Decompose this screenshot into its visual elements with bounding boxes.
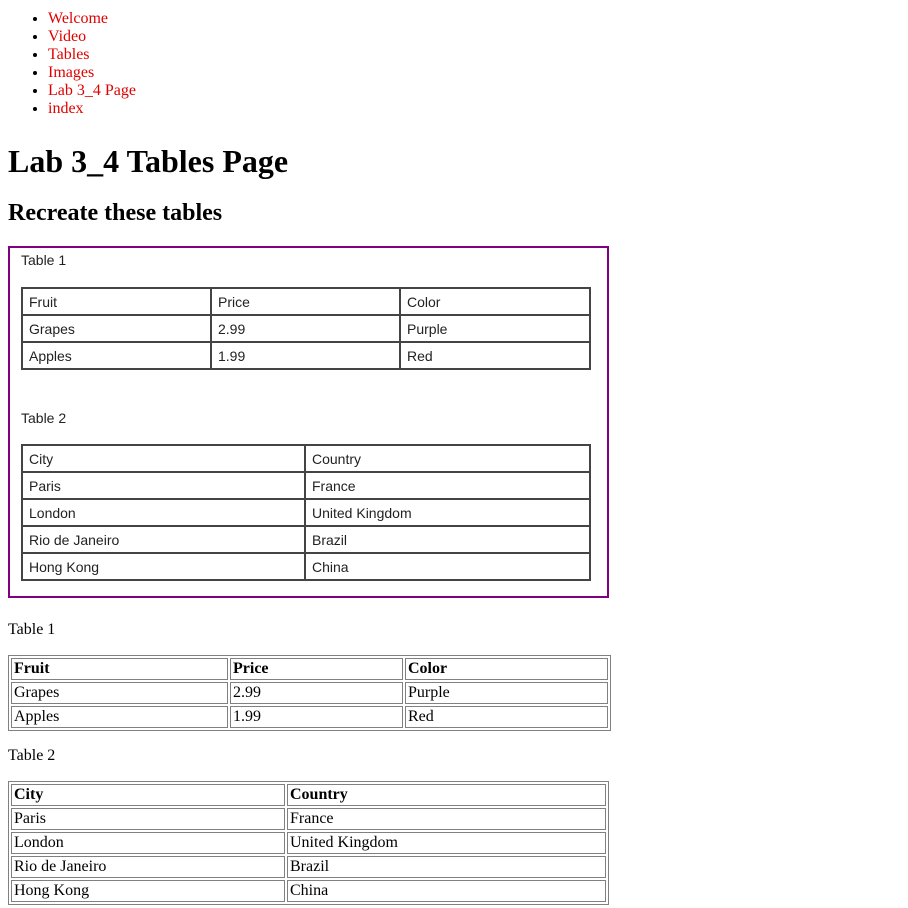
table-row: Hong Kong China <box>11 880 606 902</box>
nav-link-tables[interactable]: Tables <box>48 46 90 63</box>
table-header: Fruit <box>11 658 228 680</box>
table-cell: Hong Kong <box>11 880 285 902</box>
table-row: Grapes 2.99 Purple <box>11 682 608 704</box>
ref-table1: Fruit Price Color Grapes 2.99 Purple App… <box>21 287 591 370</box>
table-header-row: Fruit Price Color <box>11 658 608 680</box>
table-cell: Rio de Janeiro <box>11 856 285 878</box>
table1-caption: Table 1 <box>8 621 56 638</box>
city-table: City Country Paris France London United … <box>8 781 609 905</box>
table-cell: Grapes <box>21 314 212 343</box>
table-row: Rio de Janeiro Brazil <box>11 856 606 878</box>
nav-link-lab-page[interactable]: Lab 3_4 Page <box>48 82 136 99</box>
table-row: Apples 1.99 Red <box>11 706 608 728</box>
ref-table1-caption: Table 1 <box>21 252 67 268</box>
table-header: City <box>11 784 285 806</box>
table-cell: Red <box>399 341 591 370</box>
nav-list: Welcome Video Tables Images Lab 3_4 Page… <box>8 10 136 118</box>
table-cell: 1.99 <box>230 706 403 728</box>
nav-link-images[interactable]: Images <box>48 64 94 81</box>
table-cell: Country <box>304 444 591 473</box>
table-row: City Country <box>21 444 591 473</box>
table-cell: Paris <box>11 808 285 830</box>
table-row: Grapes 2.99 Purple <box>21 314 591 343</box>
table-row: Apples 1.99 Red <box>21 341 591 370</box>
nav-item-video: Video <box>48 28 136 46</box>
table-cell: Price <box>210 287 401 316</box>
table-row: Rio de Janeiro Brazil <box>21 525 591 554</box>
table-cell: France <box>304 471 591 500</box>
nav-link-welcome[interactable]: Welcome <box>48 10 108 27</box>
nav-item-lab-page: Lab 3_4 Page <box>48 82 136 100</box>
table-cell: 2.99 <box>230 682 403 704</box>
ref-table2: City Country Paris France London United … <box>21 444 591 581</box>
table-row: Hong Kong China <box>21 552 591 581</box>
nav-item-images: Images <box>48 64 136 82</box>
table-cell: France <box>287 808 606 830</box>
table-cell: Apples <box>21 341 212 370</box>
table-cell: London <box>21 498 306 527</box>
table2-caption: Table 2 <box>8 747 56 764</box>
table-cell: 2.99 <box>210 314 401 343</box>
fruit-table: Fruit Price Color Grapes 2.99 Purple App… <box>8 655 611 731</box>
table-row: Fruit Price Color <box>21 287 591 316</box>
reference-tables-image: Table 1 Fruit Price Color Grapes 2.99 Pu… <box>8 246 609 598</box>
table-header: Country <box>287 784 606 806</box>
table-cell: Purple <box>399 314 591 343</box>
table-header-row: City Country <box>11 784 606 806</box>
table-cell: Rio de Janeiro <box>21 525 306 554</box>
table-cell: City <box>21 444 306 473</box>
nav-link-video[interactable]: Video <box>48 28 86 45</box>
table-cell: Red <box>405 706 608 728</box>
table-header: Price <box>230 658 403 680</box>
table-cell: Brazil <box>304 525 591 554</box>
nav-item-index: index <box>48 100 136 118</box>
table-row: Paris France <box>21 471 591 500</box>
table-cell: Color <box>399 287 591 316</box>
table-cell: Hong Kong <box>21 552 306 581</box>
table-cell: Grapes <box>11 682 228 704</box>
page-subtitle: Recreate these tables <box>8 200 223 226</box>
table-cell: Purple <box>405 682 608 704</box>
table-row: London United Kingdom <box>21 498 591 527</box>
table-row: Paris France <box>11 808 606 830</box>
page-title: Lab 3_4 Tables Page <box>8 143 289 179</box>
table-cell: Apples <box>11 706 228 728</box>
table-cell: London <box>11 832 285 854</box>
table-row: London United Kingdom <box>11 832 606 854</box>
table-cell: Fruit <box>21 287 212 316</box>
table-cell: Brazil <box>287 856 606 878</box>
table-cell: United Kingdom <box>304 498 591 527</box>
table-header: Color <box>405 658 608 680</box>
table-cell: China <box>304 552 591 581</box>
nav-item-tables: Tables <box>48 46 136 64</box>
nav-link-index[interactable]: index <box>48 100 84 117</box>
table-cell: China <box>287 880 606 902</box>
table-cell: Paris <box>21 471 306 500</box>
nav-item-welcome: Welcome <box>48 10 136 28</box>
ref-table2-caption: Table 2 <box>21 410 67 426</box>
table-cell: United Kingdom <box>287 832 606 854</box>
table-cell: 1.99 <box>210 341 401 370</box>
